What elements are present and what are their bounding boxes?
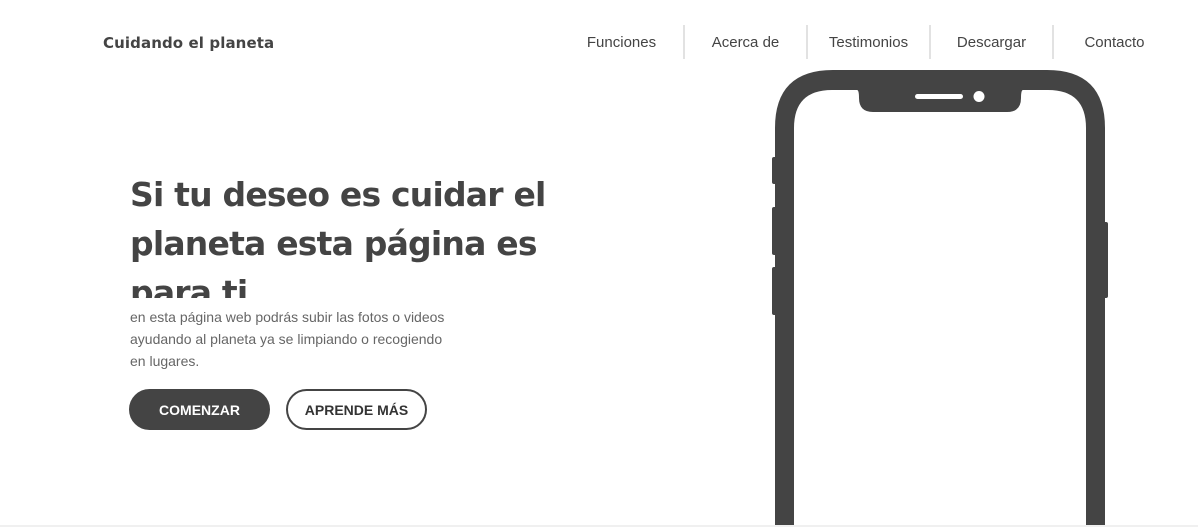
nav-item-funciones[interactable]: Funciones	[560, 25, 683, 59]
landing-page: Cuidando el planeta Funciones Acerca de …	[0, 0, 1198, 527]
phone-camera	[973, 91, 985, 102]
phone-speaker	[915, 94, 963, 99]
hero-description: en esta página web podrás subir las foto…	[130, 309, 445, 369]
start-button[interactable]: COMENZAR	[129, 389, 270, 430]
learn-more-button[interactable]: APRENDE MÁS	[286, 389, 427, 430]
nav-item-descargar[interactable]: Descargar	[929, 25, 1052, 59]
nav-item-contacto[interactable]: Contacto	[1052, 25, 1175, 59]
hero-title: Si tu deseo es cuidar el planeta esta pá…	[130, 175, 546, 298]
main-nav: Funciones Acerca de Testimonios Descarga…	[560, 25, 1175, 59]
smartphone-outline-icon	[772, 70, 1108, 527]
phone-frame	[775, 70, 1105, 527]
nav-item-testimonios[interactable]: Testimonios	[806, 25, 929, 59]
nav-item-acerca-de[interactable]: Acerca de	[683, 25, 806, 59]
site-brand[interactable]: Cuidando el planeta	[103, 34, 274, 52]
